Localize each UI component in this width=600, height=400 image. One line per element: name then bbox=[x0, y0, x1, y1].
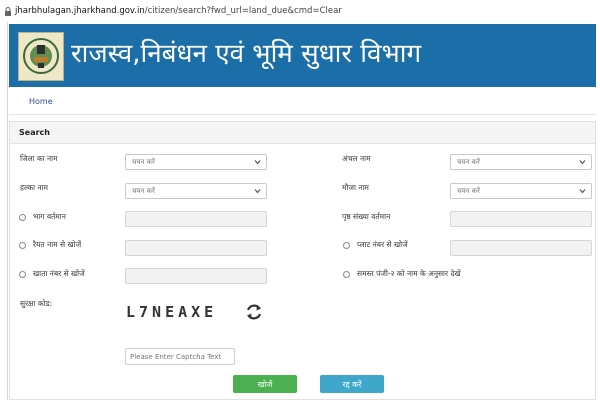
raiyat-radio[interactable] bbox=[19, 242, 26, 249]
emblem-icon bbox=[23, 38, 59, 74]
district-select-value: चयन करें bbox=[132, 158, 155, 166]
url-path: /citizen/search?fwd_url=land_due&cmd=Cle… bbox=[144, 6, 342, 16]
lock-icon bbox=[5, 6, 11, 16]
district-label: जिला का नाम bbox=[20, 154, 58, 163]
bhag-radio[interactable] bbox=[19, 214, 26, 221]
top-nav: Home bbox=[9, 89, 596, 115]
search-button[interactable]: खोजें bbox=[233, 375, 297, 393]
captcha-label: सुरक्षा कोड: bbox=[20, 299, 53, 308]
chevron-down-icon bbox=[254, 160, 261, 165]
raiyat-label: रैयत नाम से खोजें bbox=[33, 240, 82, 249]
khata-radio[interactable] bbox=[19, 271, 26, 278]
captcha-input-placeholder: Please Enter Captcha Text bbox=[130, 353, 222, 361]
halka-select-value: चयन करें bbox=[132, 187, 155, 195]
mauza-label: मौजा नाम bbox=[342, 183, 369, 192]
plot-input[interactable] bbox=[450, 240, 592, 256]
mauza-select[interactable]: चयन करें bbox=[450, 183, 592, 199]
halka-select[interactable]: चयन करें bbox=[125, 183, 267, 199]
cancel-button[interactable]: रद्द करें bbox=[320, 375, 384, 393]
captcha-input[interactable]: Please Enter Captcha Text bbox=[125, 348, 235, 365]
panji-radio[interactable] bbox=[343, 271, 350, 278]
search-panel-header: Search bbox=[10, 122, 595, 144]
captcha-image: L7NEAXE bbox=[126, 303, 218, 321]
page-number-input[interactable] bbox=[450, 211, 592, 227]
circle-label: अंचल नाम bbox=[342, 154, 371, 163]
plot-label: प्लाट नंबर से खोजें bbox=[357, 240, 408, 249]
mauza-select-value: चयन करें bbox=[457, 187, 480, 195]
district-select[interactable]: चयन करें bbox=[125, 154, 267, 170]
header-banner: राजस्व,निबंधन एवं भूमि सुधार विभाग bbox=[9, 24, 596, 87]
search-heading: Search bbox=[19, 128, 50, 137]
page-number-label: पृष्ठ संख्या वर्तमान bbox=[342, 212, 391, 221]
refresh-icon[interactable] bbox=[244, 302, 264, 322]
page-title: राजस्व,निबंधन एवं भूमि सुधार विभाग bbox=[71, 39, 422, 69]
url-host: jharbhulagan.jharkhand.gov.in bbox=[15, 6, 145, 16]
emblem-logo bbox=[18, 32, 64, 81]
panji-label: समस्त पंजी-२ को नाम के अनुसार देखें bbox=[357, 269, 461, 278]
circle-select-value: चयन करें bbox=[457, 158, 480, 166]
address-bar[interactable]: jharbhulagan.jharkhand.gov.in/citizen/se… bbox=[0, 0, 600, 22]
chevron-down-icon bbox=[254, 189, 261, 194]
raiyat-input[interactable] bbox=[125, 240, 267, 256]
halka-label: हल्का नाम bbox=[20, 183, 49, 192]
url-text: jharbhulagan.jharkhand.gov.in/citizen/se… bbox=[15, 6, 342, 16]
nav-home-link[interactable]: Home bbox=[29, 97, 53, 106]
plot-radio[interactable] bbox=[343, 242, 350, 249]
chevron-down-icon bbox=[579, 189, 586, 194]
bhag-input[interactable] bbox=[125, 211, 267, 227]
bhag-label: भाग वर्तमान bbox=[33, 212, 66, 221]
khata-input[interactable] bbox=[125, 268, 267, 284]
khata-label: खाता नंबर से खोजें bbox=[33, 269, 85, 278]
circle-select[interactable]: चयन करें bbox=[450, 154, 592, 170]
chevron-down-icon bbox=[579, 160, 586, 165]
